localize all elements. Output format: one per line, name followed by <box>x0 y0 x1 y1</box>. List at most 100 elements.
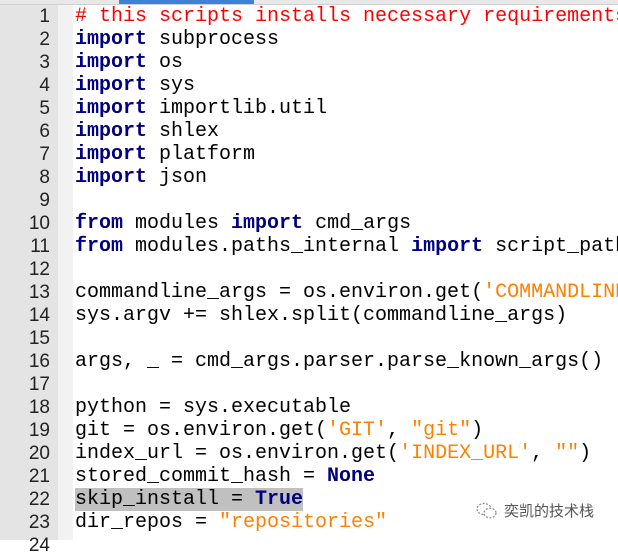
line-number: 23 <box>28 512 50 533</box>
code-token: sys <box>147 74 196 97</box>
keyword-token: import <box>75 143 148 166</box>
keyword-token: import <box>75 120 148 143</box>
keyword-token: None <box>327 465 376 488</box>
line-code: import json <box>75 166 618 189</box>
code-line[interactable]: 15 <box>0 327 618 350</box>
line-code: sys.argv += shlex.split(commandline_args… <box>75 304 618 327</box>
line-number: 11 <box>30 236 50 257</box>
watermark-text: 奕凯的技术栈 <box>504 502 595 520</box>
code-token: platform <box>147 143 256 166</box>
string-token: "git" <box>411 419 472 442</box>
string-token: 'INDEX_URL' <box>399 442 532 465</box>
line-number: 13 <box>28 282 50 303</box>
string-token: 'COMMANDLINE <box>483 281 618 304</box>
line-number: 15 <box>28 328 50 349</box>
line-code: args, _ = cmd_args.parser.parse_known_ar… <box>75 350 618 373</box>
code-token: subprocess <box>147 28 280 51</box>
code-token: shlex <box>147 120 220 143</box>
line-number: 16 <box>28 351 50 372</box>
line-number: 19 <box>28 420 50 441</box>
code-line[interactable]: 5 import importlib.util <box>0 97 618 120</box>
keyword-token: import <box>411 235 484 258</box>
code-line[interactable]: 20 index_url = os.environ.get('INDEX_URL'… <box>0 442 618 465</box>
code-token: importlib.util <box>147 97 328 120</box>
line-number: 21 <box>28 466 50 487</box>
wechat-icon <box>476 502 497 518</box>
line-number: 8 <box>39 167 50 188</box>
code-token: cmd_args <box>303 212 412 235</box>
line-code: import platform <box>75 143 618 166</box>
line-code: from modules.paths_internal import scrip… <box>75 235 618 258</box>
line-number: 4 <box>39 75 50 96</box>
code-token: modules <box>123 212 232 235</box>
line-code: from modules import cmd_args <box>75 212 618 235</box>
line-number: 22 <box>28 489 50 510</box>
code-token: python = sys.executable <box>75 396 352 419</box>
code-token: skip_install = <box>75 488 256 511</box>
keyword-token: from <box>75 235 124 258</box>
line-code: python = sys.executable <box>75 396 618 419</box>
watermark: 奕凯的技术栈 <box>476 500 594 521</box>
comment-token: # this scripts installs necessary requir… <box>75 5 618 28</box>
line-code: index_url = os.environ.get('INDEX_URL', … <box>75 442 618 465</box>
line-number: 17 <box>28 374 50 395</box>
code-line[interactable]: 2 import subprocess <box>0 28 618 51</box>
code-line[interactable]: 7 import platform <box>0 143 618 166</box>
line-code: commandline_args = os.environ.get('COMMA… <box>75 281 618 304</box>
code-token: index_url = os.environ.get( <box>75 442 400 465</box>
code-token: sys.argv += shlex.split(commandline_args… <box>75 304 568 327</box>
line-number: 2 <box>39 29 50 50</box>
code-line[interactable]: 24 <box>0 534 618 557</box>
keyword-token: True <box>255 488 304 511</box>
code-line[interactable]: 16 args, _ = cmd_args.parser.parse_known_… <box>0 350 618 373</box>
line-number: 6 <box>39 121 50 142</box>
line-code: # this scripts installs necessary requir… <box>75 5 618 28</box>
line-number: 14 <box>28 305 50 326</box>
code-line[interactable]: 18 python = sys.executable <box>0 396 618 419</box>
code-token: modules.paths_internal <box>123 235 412 258</box>
keyword-token: import <box>231 212 304 235</box>
keyword-token: import <box>75 51 148 74</box>
code-line[interactable]: 8 import json <box>0 166 618 189</box>
line-code: git = os.environ.get('GIT', "git") <box>75 419 618 442</box>
code-line[interactable]: 10 from modules import cmd_args <box>0 212 618 235</box>
line-number: 5 <box>39 98 50 119</box>
string-token: "" <box>555 442 580 465</box>
keyword-token: import <box>75 97 148 120</box>
keyword-token: import <box>75 74 148 97</box>
code-line[interactable]: 14 sys.argv += shlex.split(commandline_ar… <box>0 304 618 327</box>
code-line[interactable]: 17 <box>0 373 618 396</box>
code-line[interactable]: 3 import os <box>0 51 618 74</box>
line-number: 20 <box>28 443 50 464</box>
code-editor[interactable]: 1 # this scripts installs necessary requi… <box>0 5 618 557</box>
code-token: stored_commit_hash = <box>75 465 328 488</box>
line-code: import os <box>75 51 618 74</box>
active-tab-indicator[interactable] <box>119 0 254 4</box>
line-code: import subprocess <box>75 28 618 51</box>
keyword-token: from <box>75 212 124 235</box>
code-line[interactable]: 19 git = os.environ.get('GIT', "git") <box>0 419 618 442</box>
code-line[interactable]: 12 <box>0 258 618 281</box>
code-line[interactable]: 1 # this scripts installs necessary requi… <box>0 5 618 28</box>
code-line[interactable]: 4 import sys <box>0 74 618 97</box>
code-token: args, _ = cmd_args.parser.parse_known_ar… <box>75 350 604 373</box>
line-number: 12 <box>28 259 50 280</box>
line-code: import importlib.util <box>75 97 618 120</box>
code-line[interactable]: 9 <box>0 189 618 212</box>
code-line[interactable]: 6 import shlex <box>0 120 618 143</box>
string-token: 'GIT' <box>327 419 388 442</box>
code-line[interactable]: 11 from modules.paths_internal import scr… <box>0 235 618 258</box>
code-token: ) <box>579 442 592 465</box>
code-line[interactable]: 13 commandline_args = os.environ.get('COM… <box>0 281 618 304</box>
line-number: 18 <box>28 397 50 418</box>
code-line[interactable]: 21 stored_commit_hash = None <box>0 465 618 488</box>
code-token: dir_repos = <box>75 511 220 534</box>
code-token: os <box>147 51 184 74</box>
code-token: script_path <box>483 235 618 258</box>
line-number: 1 <box>39 6 50 27</box>
code-token: git = os.environ.get( <box>75 419 328 442</box>
keyword-token: import <box>75 166 148 189</box>
line-code: stored_commit_hash = None <box>75 465 618 488</box>
line-number: 3 <box>39 52 50 73</box>
code-token: ) <box>471 419 484 442</box>
